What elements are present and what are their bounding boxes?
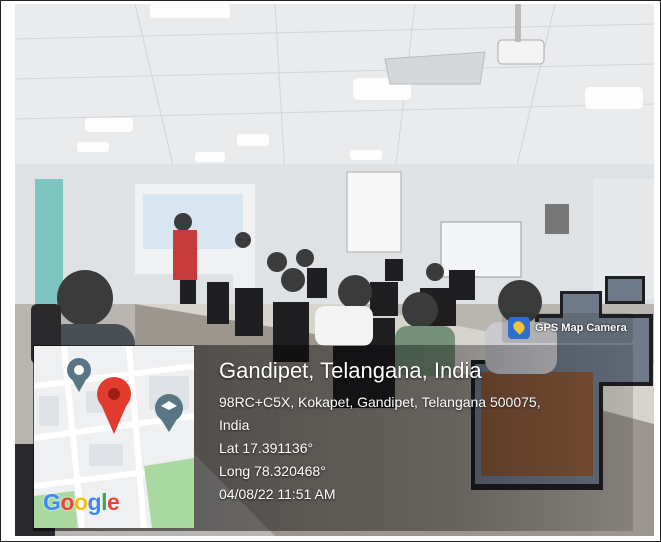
longitude: Long 78.320468° — [219, 463, 326, 479]
latitude: Lat 17.391136° — [219, 440, 314, 456]
mini-map: Google — [34, 346, 194, 528]
address-line-2: India — [219, 417, 250, 433]
badge-label: GPS Map Camera — [535, 322, 627, 334]
gps-map-camera-badge: GPS Map Camera — [502, 313, 633, 343]
google-logo: Google — [43, 489, 120, 515]
location-info: Gandipet, Telangana, India 98RC+C5X, Kok… — [219, 357, 541, 506]
address-line-1: 98RC+C5X, Kokapet, Gandipet, Telangana 5… — [219, 394, 541, 410]
datetime: 04/08/22 11:51 AM — [219, 486, 336, 502]
location-title: Gandipet, Telangana, India — [219, 358, 482, 383]
gps-map-camera-icon — [508, 317, 530, 339]
photo-frame: GPS Map Camera Google Gandipet, Telangan… — [0, 0, 661, 542]
